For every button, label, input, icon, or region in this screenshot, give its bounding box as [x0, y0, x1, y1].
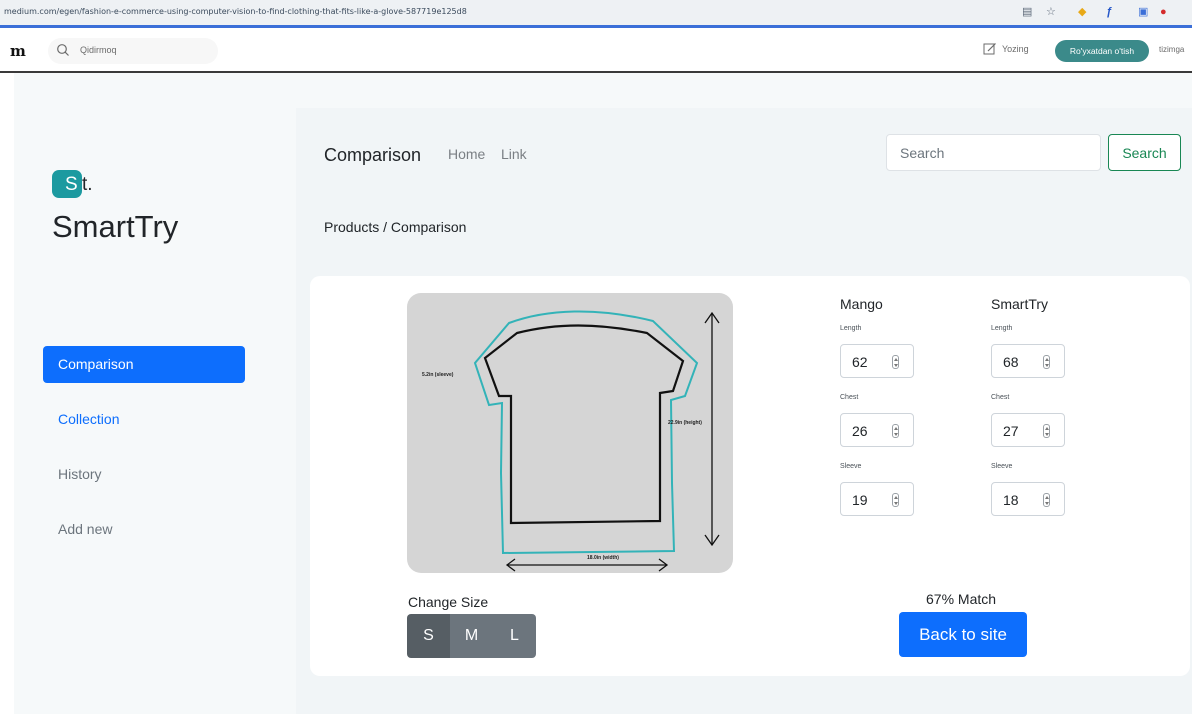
bookmark-extension-icon[interactable]: ▣: [1138, 4, 1148, 20]
register-button[interactable]: Ro'yxatdan o'tish: [1055, 40, 1149, 62]
write-icon: [983, 43, 996, 55]
mango-chest-value: 26: [852, 423, 868, 439]
app-window: S t. SmartTry Comparison Collection Hist…: [14, 73, 1192, 714]
smarttry-chest-label: Chest: [991, 394, 1010, 401]
smarttry-chest-input[interactable]: 27: [991, 413, 1065, 447]
stepper-icon[interactable]: [892, 355, 899, 369]
medium-logo[interactable]: m: [10, 42, 26, 60]
sidebar-nav: Comparison Collection History Add new: [43, 346, 245, 566]
smarttry-length-label: Length: [991, 325, 1013, 332]
smarttry-length-input[interactable]: 68: [991, 344, 1065, 378]
mango-column: Mango Length 62 Chest 26 Sleeve 19: [840, 296, 960, 516]
login-link[interactable]: tizimga: [1159, 45, 1184, 54]
back-to-site-button[interactable]: Back to site: [899, 612, 1027, 657]
mango-length-input[interactable]: 62: [840, 344, 914, 378]
main-content: Comparison Home Link Search Products / C…: [296, 108, 1192, 714]
star-icon[interactable]: ☆: [1046, 4, 1056, 20]
mango-sleeve-input[interactable]: 19: [840, 482, 914, 516]
sidebar-item-collection[interactable]: Collection: [43, 401, 245, 438]
height-measurement-label: 22.9in (height): [668, 420, 702, 426]
brand-mark-letter: S: [65, 174, 78, 195]
search-input[interactable]: [886, 134, 1101, 171]
breadcrumb: Products / Comparison: [324, 219, 467, 235]
search-button[interactable]: Search: [1108, 134, 1181, 171]
brand-name: SmartTry: [52, 209, 179, 244]
navbar-brand[interactable]: Comparison: [324, 145, 421, 166]
match-percentage: 67% Match: [926, 591, 997, 607]
medium-header: m Qidirmoq Yozing Ro'yxatdan o'tish tizi…: [0, 31, 1192, 73]
mango-title: Mango: [840, 296, 883, 312]
sidebar-item-add-new[interactable]: Add new: [43, 511, 245, 548]
stepper-icon[interactable]: [1043, 493, 1050, 507]
extension-icon[interactable]: ◆: [1078, 4, 1086, 20]
medium-search-placeholder: Qidirmoq: [80, 45, 117, 55]
translate-icon[interactable]: ▤: [1022, 4, 1032, 20]
stepper-icon[interactable]: [1043, 424, 1050, 438]
brand-mark-suffix: t.: [82, 174, 93, 195]
mango-sleeve-label: Sleeve: [840, 463, 862, 470]
size-button-l[interactable]: L: [493, 614, 536, 658]
sidebar-item-comparison[interactable]: Comparison: [43, 346, 245, 383]
mango-length-label: Length: [840, 325, 862, 332]
smarttry-sleeve-value: 18: [1003, 492, 1019, 508]
search-icon: [57, 44, 69, 56]
write-link[interactable]: Yozing: [983, 42, 1029, 56]
sidebar-item-history[interactable]: History: [43, 456, 245, 493]
size-button-s[interactable]: S: [407, 614, 450, 658]
font-extension-icon[interactable]: ƒ: [1106, 4, 1112, 20]
stepper-icon[interactable]: [892, 424, 899, 438]
smarttry-length-value: 68: [1003, 354, 1019, 370]
mango-length-value: 62: [852, 354, 868, 370]
sleeve-measurement-label: 5.2in (sleeve): [422, 372, 454, 378]
change-size-label: Change Size: [408, 594, 489, 610]
browser-url-bar[interactable]: medium.com/egen/fashion-e-commerce-using…: [0, 0, 1192, 28]
mango-sleeve-value: 19: [852, 492, 868, 508]
url-text[interactable]: medium.com/egen/fashion-e-commerce-using…: [4, 7, 467, 16]
brand-logo-icon: S: [52, 170, 82, 198]
smarttry-sleeve-input[interactable]: 18: [991, 482, 1065, 516]
record-extension-icon[interactable]: ●: [1160, 4, 1167, 20]
size-button-m[interactable]: M: [450, 614, 493, 658]
tshirt-outline-icon: [473, 310, 720, 572]
nav-link-link[interactable]: Link: [501, 146, 527, 162]
smarttry-column: SmartTry Length 68 Chest 27 Sleeve 18: [991, 296, 1111, 516]
comparison-card: 5.2in (sleeve) 22.9in (height) 18.0in (w…: [310, 276, 1190, 676]
smarttry-sleeve-label: Sleeve: [991, 463, 1013, 470]
medium-search[interactable]: Qidirmoq: [48, 38, 218, 64]
smarttry-chest-value: 27: [1003, 423, 1019, 439]
stepper-icon[interactable]: [892, 493, 899, 507]
mango-chest-label: Chest: [840, 394, 859, 401]
write-label: Yozing: [1002, 44, 1029, 54]
mango-chest-input[interactable]: 26: [840, 413, 914, 447]
width-measurement-label: 18.0in (width): [587, 555, 619, 561]
stepper-icon[interactable]: [1043, 355, 1050, 369]
smarttry-title: SmartTry: [991, 296, 1049, 312]
sidebar: S t. SmartTry Comparison Collection Hist…: [14, 73, 296, 714]
nav-link-home[interactable]: Home: [448, 146, 485, 162]
shirt-measurement-image: 5.2in (sleeve) 22.9in (height) 18.0in (w…: [407, 293, 733, 573]
size-button-group: S M L: [407, 614, 536, 658]
